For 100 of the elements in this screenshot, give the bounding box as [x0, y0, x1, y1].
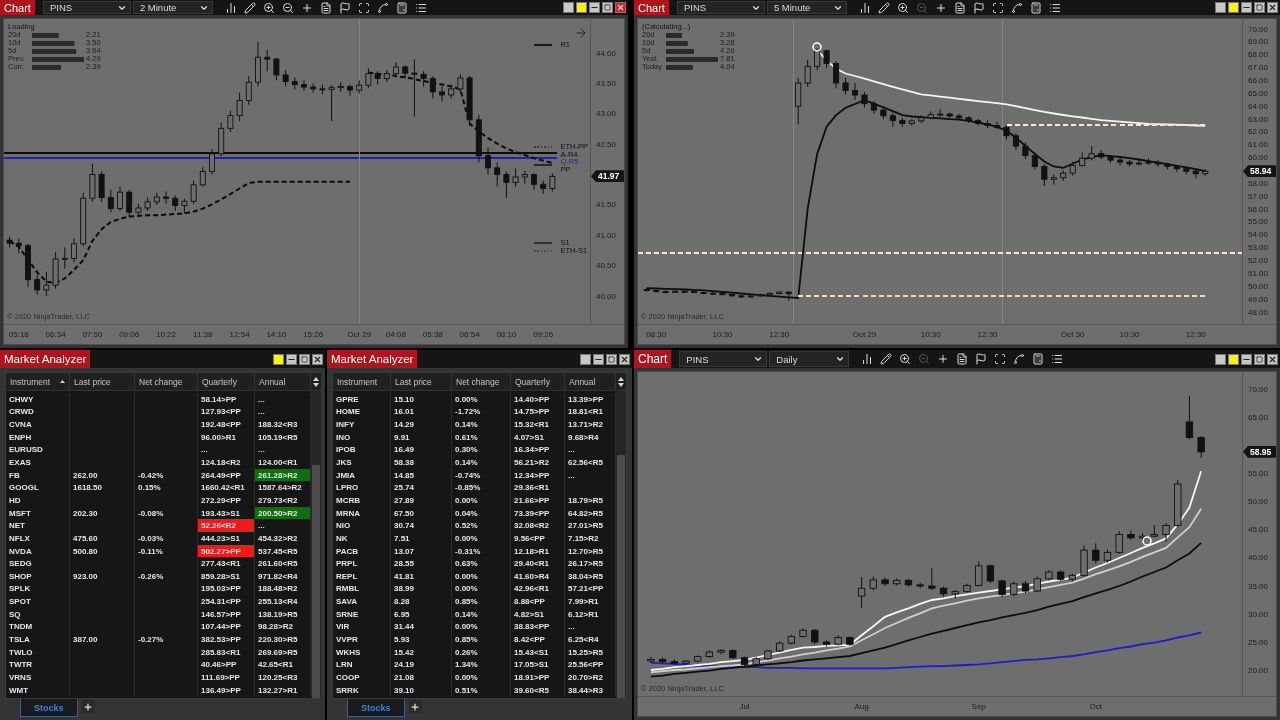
- line-chart-icon[interactable]: [1010, 1, 1023, 14]
- line-chart-icon[interactable]: [1013, 353, 1026, 365]
- plus-icon[interactable]: [937, 353, 950, 365]
- bar-chart-icon[interactable]: [224, 1, 237, 14]
- minimize-button[interactable]: [593, 353, 604, 365]
- swatch-icon[interactable]: [1228, 2, 1239, 13]
- swatch-icon[interactable]: [576, 2, 587, 13]
- candlestick: [126, 189, 133, 218]
- table-cell: 107.44>PP: [198, 620, 255, 634]
- swatch-icon[interactable]: [1228, 353, 1239, 365]
- pencil-icon[interactable]: [880, 353, 893, 365]
- maximize-button[interactable]: [1254, 353, 1265, 365]
- table-cell: SAVA: [333, 595, 391, 608]
- price-marker: 41.97: [591, 170, 624, 183]
- list-icon[interactable]: [414, 1, 427, 14]
- instrument-dropdown[interactable]: PINS: [679, 351, 768, 367]
- table-cell: 14.85: [391, 468, 452, 482]
- pencil-icon[interactable]: [877, 1, 890, 14]
- flag-icon[interactable]: [338, 1, 351, 14]
- line-chart-icon[interactable]: [376, 1, 389, 14]
- table-cell: 0.00%: [452, 494, 511, 507]
- zoom-in-icon[interactable]: [899, 353, 912, 365]
- plus-icon[interactable]: [934, 1, 947, 14]
- interval-dropdown[interactable]: 5 Minute: [766, 1, 847, 14]
- column-header[interactable]: Instrument: [333, 373, 391, 390]
- close-button[interactable]: [615, 2, 626, 13]
- minimize-button[interactable]: [286, 353, 297, 365]
- minimize-button[interactable]: [1241, 2, 1252, 13]
- sheet-tab[interactable]: Stocks: [347, 699, 405, 717]
- column-header[interactable]: Last price: [391, 373, 452, 390]
- price-axis-label: 35.00: [1248, 581, 1269, 591]
- maximize-button[interactable]: [606, 353, 617, 365]
- table-cell: REPL: [333, 569, 391, 583]
- column-header[interactable]: Quarterly: [198, 373, 255, 390]
- candlestick: [857, 576, 866, 609]
- table-cell: 0.63%: [452, 557, 511, 570]
- candlestick: [1173, 164, 1180, 173]
- column-header[interactable]: Quarterly: [511, 373, 565, 390]
- scan-icon[interactable]: [357, 1, 370, 14]
- zoom-in-icon[interactable]: [262, 1, 275, 14]
- table-cell: -0.26%: [135, 569, 198, 583]
- calculator-icon[interactable]: [1029, 1, 1042, 14]
- zoom-out-icon[interactable]: [281, 1, 294, 14]
- zoom-in-icon[interactable]: [896, 1, 909, 14]
- swatch-icon[interactable]: [580, 353, 591, 365]
- scan-icon[interactable]: [994, 353, 1007, 365]
- calculator-icon[interactable]: [1032, 353, 1045, 365]
- list-icon[interactable]: [1051, 353, 1064, 365]
- swatch-icon[interactable]: [1215, 2, 1226, 13]
- swatch-icon[interactable]: [273, 353, 284, 365]
- bar-chart-icon[interactable]: [858, 1, 871, 14]
- candlestick: [1041, 163, 1048, 187]
- column-header[interactable]: Instrument: [6, 373, 70, 390]
- bar-chart-icon[interactable]: [861, 353, 874, 365]
- scan-icon[interactable]: [991, 1, 1004, 14]
- close-icon: [313, 354, 322, 364]
- column-header[interactable]: Net change: [452, 373, 511, 390]
- add-tab-button[interactable]: [408, 700, 422, 713]
- interval-dropdown[interactable]: 2 Minute: [132, 1, 213, 14]
- price-axis-label: 52.00: [1248, 256, 1269, 266]
- column-header[interactable]: Last price: [70, 373, 135, 390]
- table-cell: MCRB: [333, 494, 391, 507]
- minimize-button[interactable]: [1241, 353, 1252, 365]
- close-button[interactable]: [312, 353, 323, 365]
- close-button[interactable]: [619, 353, 630, 365]
- instrument-dropdown[interactable]: PINS: [42, 1, 131, 14]
- flag-icon[interactable]: [972, 1, 985, 14]
- document-icon[interactable]: [953, 1, 966, 14]
- swatch-icon[interactable]: [1215, 353, 1226, 365]
- pencil-icon[interactable]: [243, 1, 256, 14]
- scroll-arrows-icon[interactable]: [618, 376, 624, 387]
- table-cell: 16.01: [391, 405, 452, 419]
- interval-dropdown[interactable]: Daily: [769, 351, 850, 367]
- table-cell: 8.42<PP: [511, 633, 565, 646]
- table-cell: HOME: [333, 405, 391, 419]
- volume-bar: [32, 56, 84, 62]
- close-button[interactable]: [1267, 2, 1278, 13]
- add-tab-button[interactable]: [81, 700, 95, 713]
- calculator-icon[interactable]: [395, 1, 408, 14]
- arrow-right-icon[interactable]: [574, 26, 588, 40]
- list-icon[interactable]: [1048, 1, 1061, 14]
- plus-icon[interactable]: [300, 1, 313, 14]
- scroll-arrows-icon[interactable]: [313, 376, 319, 387]
- close-button[interactable]: [1267, 353, 1278, 365]
- instrument-dropdown[interactable]: PINS: [676, 1, 765, 14]
- document-icon[interactable]: [956, 353, 969, 365]
- scrollbar-thumb[interactable]: [617, 455, 625, 698]
- maximize-button[interactable]: [299, 353, 310, 365]
- price-axis-label: 45.00: [1248, 525, 1269, 535]
- column-header[interactable]: Net change: [135, 373, 198, 390]
- document-icon[interactable]: [319, 1, 332, 14]
- price-axis-label: 65.00: [1248, 413, 1269, 423]
- scrollbar-thumb[interactable]: [312, 465, 320, 698]
- price-axis-label: 57.00: [1248, 191, 1269, 201]
- sheet-tab[interactable]: Stocks: [20, 699, 78, 717]
- swatch-icon[interactable]: [563, 2, 574, 13]
- price-axis-label: 58.00: [1248, 178, 1269, 188]
- minimize-button[interactable]: [589, 2, 600, 13]
- flag-icon[interactable]: [975, 353, 988, 365]
- table-cell: 15.32<R1: [511, 418, 565, 431]
